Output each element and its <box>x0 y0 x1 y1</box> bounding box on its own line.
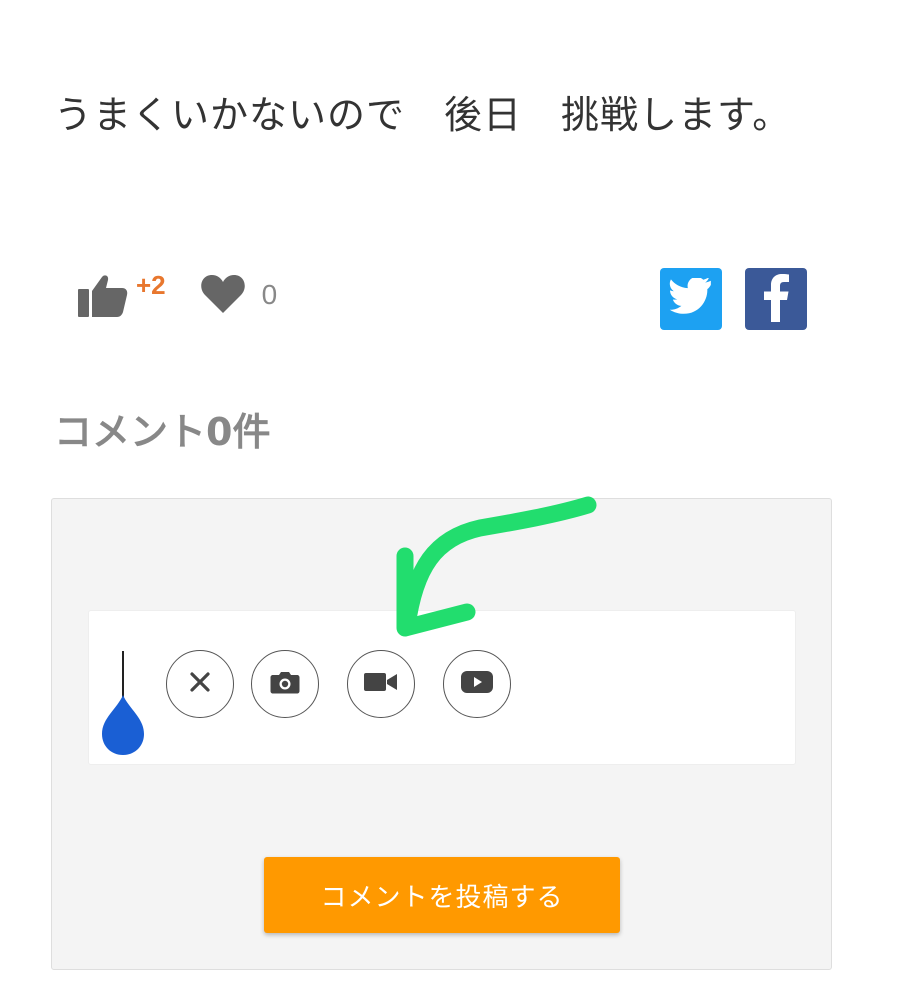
like-button[interactable]: +2 <box>78 270 166 318</box>
heart-icon <box>200 272 246 318</box>
comment-input[interactable] <box>88 610 796 765</box>
camera-icon <box>270 670 300 698</box>
twitter-icon <box>669 276 713 320</box>
share-buttons <box>660 268 807 330</box>
video-camera-icon <box>364 671 398 697</box>
cursor-handle-icon[interactable] <box>101 695 145 761</box>
close-icon <box>188 670 212 698</box>
reaction-bar: +2 0 <box>78 270 277 320</box>
youtube-play-icon <box>461 670 493 698</box>
attach-video-button[interactable] <box>347 650 415 718</box>
thumbs-up-icon <box>78 272 130 318</box>
favorite-button[interactable]: 0 <box>200 272 278 318</box>
facebook-share-button[interactable] <box>745 268 807 330</box>
twitter-share-button[interactable] <box>660 268 722 330</box>
attach-youtube-button[interactable] <box>443 650 511 718</box>
post-comment-button[interactable]: コメントを投稿する <box>264 857 620 933</box>
post-body-text: うまくいかないので 後日 挑戦します。 <box>54 93 792 137</box>
comment-form: コメントを投稿する <box>51 498 832 970</box>
facebook-icon <box>756 272 796 326</box>
comments-heading: コメント0件 <box>54 410 271 454</box>
attach-photo-button[interactable] <box>251 650 319 718</box>
like-count: +2 <box>136 270 166 300</box>
clear-button[interactable] <box>166 650 234 718</box>
favorite-count: 0 <box>261 279 278 310</box>
text-cursor <box>122 651 124 701</box>
